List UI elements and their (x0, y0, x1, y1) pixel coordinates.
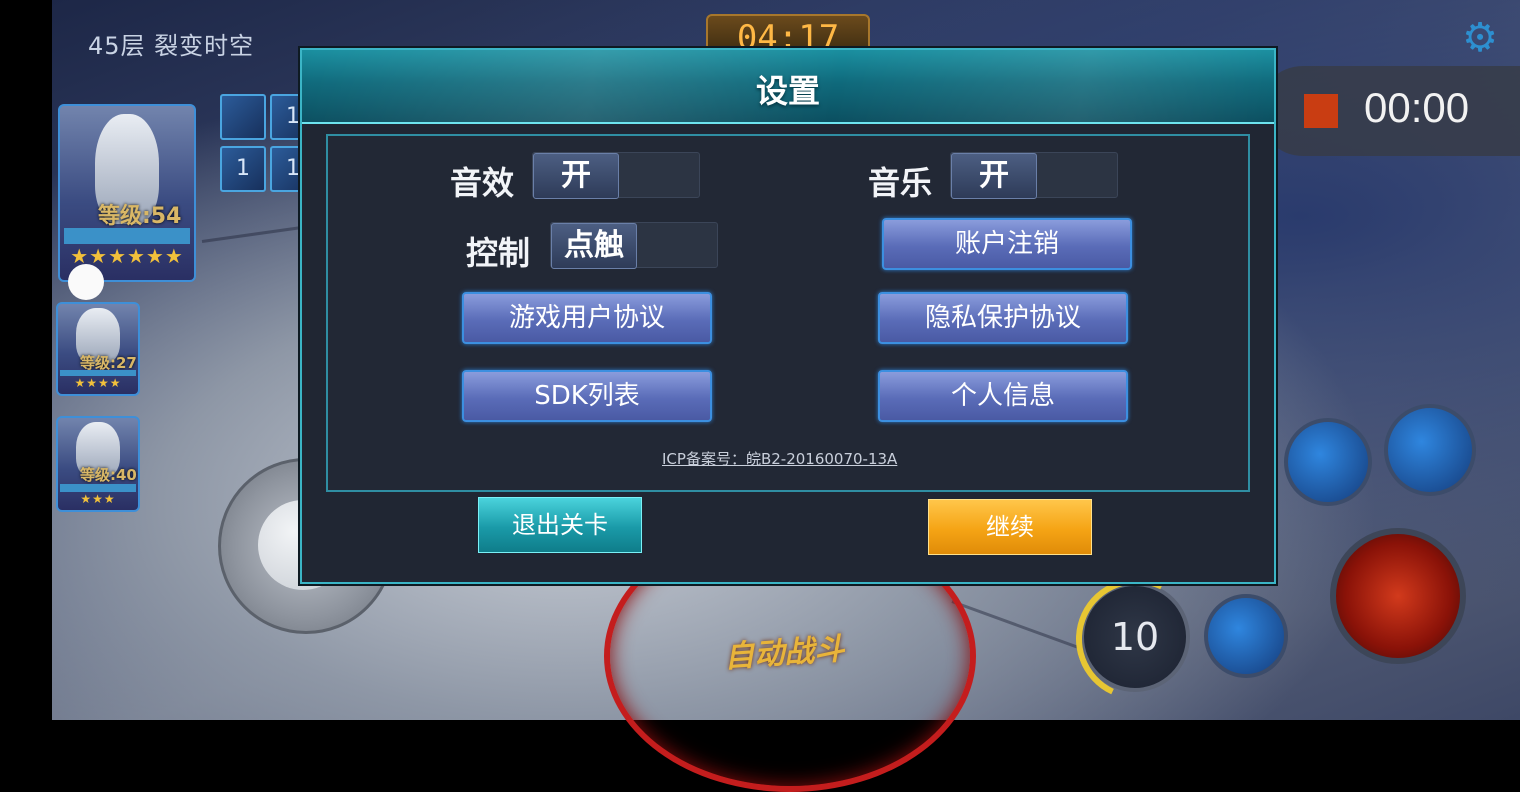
sound-label: 音效 (450, 164, 515, 202)
cooldown-number: 10 (1110, 615, 1160, 659)
hero-hp-bar (64, 228, 190, 244)
hero-stars: ★★★★ (74, 376, 122, 390)
hero-stars: ★★★ (80, 492, 116, 506)
personal-info-button[interactable]: 个人信息 (878, 370, 1128, 422)
skill-button-2[interactable] (1384, 404, 1476, 496)
exit-stage-button[interactable]: 退出关卡 (478, 497, 642, 553)
attack-button[interactable] (1330, 528, 1466, 664)
control-label: 控制 (466, 234, 531, 272)
music-label: 音乐 (868, 164, 933, 202)
auto-battle-button[interactable]: 自动战斗 (723, 624, 846, 676)
record-time: 00:00 (1364, 84, 1470, 131)
settings-panel: 音效 开 音乐 开 控制 点触 账户注销 游戏用户协议 隐私保护协议 SDK列表… (326, 134, 1250, 492)
control-toggle-knob: 点触 (551, 223, 637, 269)
skill-button-1[interactable] (1284, 418, 1372, 506)
sound-toggle-knob: 开 (533, 153, 619, 199)
hero-hp-bar (60, 484, 136, 492)
skill-button-3[interactable] (1204, 594, 1288, 678)
floating-assist-dot[interactable] (68, 264, 104, 300)
privacy-agreement-button[interactable]: 隐私保护协议 (878, 292, 1128, 344)
dialog-header: 设置 (302, 50, 1274, 124)
buff-icon (220, 94, 266, 140)
stop-record-icon[interactable] (1304, 94, 1338, 128)
screen-recorder: 00:00 (1258, 66, 1520, 156)
user-agreement-button[interactable]: 游戏用户协议 (462, 292, 712, 344)
dialog-title: 设置 (755, 72, 820, 110)
continue-button[interactable]: 继续 (928, 499, 1092, 555)
sdk-list-button[interactable]: SDK列表 (462, 370, 712, 422)
buff-icon: 1 (220, 146, 266, 192)
screen-edge-bar (0, 0, 52, 720)
icp-link[interactable]: ICP备案号：皖B2-20160070-13A (662, 448, 897, 469)
hero-card-2[interactable]: 等级:27 ★★★★ (56, 302, 140, 396)
hero-card-3[interactable]: 等级:40 ★★★ (56, 416, 140, 512)
sound-toggle[interactable]: 开 (532, 152, 700, 199)
gear-icon[interactable]: ⚙ (1458, 16, 1502, 60)
account-cancel-button[interactable]: 账户注销 (882, 218, 1132, 270)
hero-level: 等级:54 (98, 204, 182, 229)
control-toggle[interactable]: 点触 (550, 222, 718, 269)
settings-dialog: 设置 音效 开 音乐 开 控制 点触 账户注销 游戏用户协议 隐私保护协议 SD… (300, 48, 1276, 584)
music-toggle[interactable]: 开 (950, 152, 1118, 199)
floor-label: 45层 裂变时空 (88, 32, 255, 60)
hero-card-leader[interactable]: 等级:54 ★★★★★★ (58, 104, 196, 282)
music-toggle-knob: 开 (951, 153, 1037, 199)
hero-level: 等级:40 (80, 466, 137, 484)
cooldown-skill-button[interactable]: 10 (1058, 560, 1216, 718)
